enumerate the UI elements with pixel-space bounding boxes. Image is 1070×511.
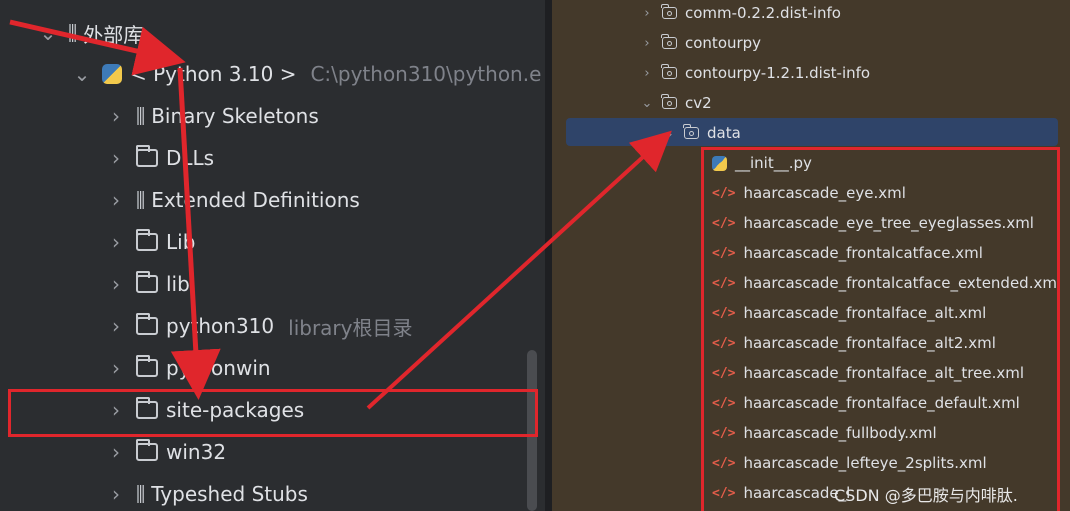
annotation-arrows bbox=[9, 19, 672, 410]
arrow-to-python-sdk bbox=[9, 19, 186, 76]
watermark: CSDN @多巴胺与内啡肽. bbox=[834, 486, 1018, 505]
arrow-to-site-packages bbox=[170, 67, 221, 400]
arrow-to-data-folder bbox=[366, 130, 672, 410]
